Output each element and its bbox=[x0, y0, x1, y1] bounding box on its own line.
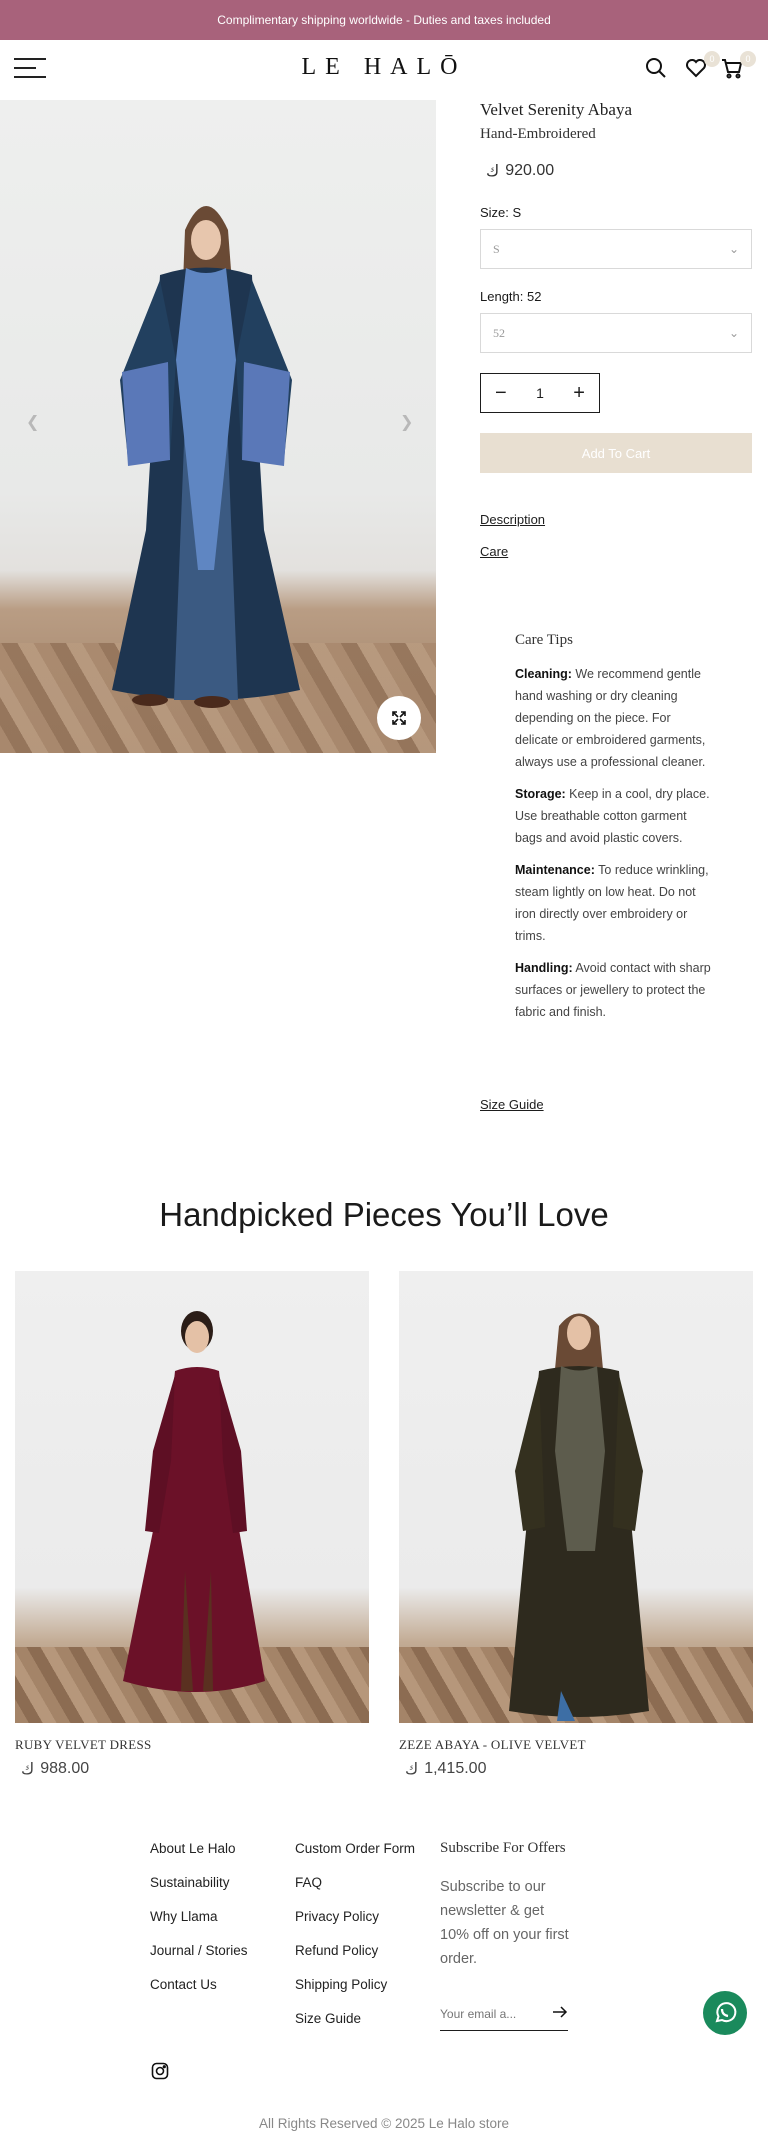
product-card-name[interactable]: ZEZE ABAYA - OLIVE VELVET bbox=[399, 1737, 753, 1753]
product-title: Velvet Serenity Abaya bbox=[480, 100, 633, 119]
add-to-cart-button[interactable]: Add To Cart bbox=[480, 433, 752, 473]
currency-icon: ك bbox=[21, 1761, 35, 1778]
product-image-model bbox=[112, 206, 300, 708]
ruby-dress-image bbox=[123, 1311, 265, 1692]
care-item: Maintenance: To reduce wrinkling, steam … bbox=[515, 863, 709, 943]
product-info: Velvet Serenity Abaya Hand-Embroidered ك… bbox=[480, 100, 752, 561]
care-tips-title: Care Tips bbox=[515, 632, 573, 648]
whatsapp-icon[interactable] bbox=[703, 1991, 747, 2035]
site-header: LE HALŌ 0 0 bbox=[0, 40, 768, 100]
copyright-text: All Rights Reserved © 2025 Le Halo store bbox=[258, 2116, 510, 2131]
footer-link[interactable]: Custom Order Form bbox=[295, 1841, 415, 1875]
footer-link[interactable]: Shipping Policy bbox=[295, 1977, 415, 2011]
instagram-icon[interactable] bbox=[151, 2062, 169, 2085]
product-card[interactable]: RUBY VELVET DRESS ك 988.00 bbox=[15, 1271, 369, 1779]
footer-link[interactable]: FAQ bbox=[295, 1875, 415, 1909]
size-select-value: S bbox=[493, 241, 500, 256]
product-gallery[interactable]: ❮ ❯ bbox=[0, 100, 436, 753]
cart-count-badge: 0 bbox=[740, 51, 756, 67]
product-subtitle: Hand-Embroidered bbox=[480, 126, 596, 142]
recommendations-title: Handpicked Pieces You’ll Love bbox=[159, 1196, 609, 1233]
length-select-value: 52 bbox=[493, 325, 505, 340]
minus-icon[interactable]: − bbox=[495, 382, 507, 405]
wishlist-icon[interactable]: 0 bbox=[684, 51, 720, 82]
subscribe-text: Subscribe to our newsletter & get 10% of… bbox=[440, 1879, 569, 1967]
quantity-stepper: − 1 + bbox=[480, 373, 600, 413]
product-card-price: ك 988.00 bbox=[21, 1760, 90, 1778]
currency-icon: ك bbox=[486, 163, 500, 180]
footer-links-col2: Custom Order Form FAQ Privacy Policy Ref… bbox=[295, 1841, 415, 2045]
quantity-value[interactable]: 1 bbox=[536, 385, 544, 401]
email-form bbox=[440, 1997, 568, 2031]
zeze-abaya-image bbox=[509, 1313, 649, 1721]
care-item: Storage: Keep in a cool, dry place. Use … bbox=[515, 787, 710, 845]
gallery-prev-arrow[interactable]: ❮ bbox=[26, 412, 39, 432]
announcement-text: Complimentary shipping worldwide - Dutie… bbox=[217, 13, 551, 27]
care-item: Handling: Avoid contact with sharp surfa… bbox=[515, 961, 711, 1019]
footer-links-col1: About Le Halo Sustainability Why Llama J… bbox=[150, 1841, 248, 2011]
length-label: Length: 52 bbox=[480, 289, 542, 304]
chevron-down-icon: ⌄ bbox=[728, 241, 739, 256]
product-card-image[interactable] bbox=[15, 1271, 369, 1723]
footer-link[interactable]: Journal / Stories bbox=[150, 1943, 248, 1977]
footer-link[interactable]: Contact Us bbox=[150, 1977, 248, 2011]
arrow-right-icon[interactable] bbox=[552, 2005, 568, 2023]
cart-icon[interactable]: 0 bbox=[720, 51, 756, 82]
product-price-value: 920.00 bbox=[505, 162, 555, 179]
product-card-price: ك 1,415.00 bbox=[405, 1760, 487, 1778]
care-link[interactable]: Care bbox=[480, 544, 508, 559]
product-card-image[interactable] bbox=[399, 1271, 753, 1723]
product-card-name[interactable]: RUBY VELVET DRESS bbox=[15, 1737, 369, 1753]
announcement-bar: Complimentary shipping worldwide - Dutie… bbox=[0, 0, 768, 40]
expand-icon[interactable] bbox=[377, 696, 421, 740]
size-guide-link[interactable]: Size Guide bbox=[480, 1097, 544, 1112]
length-select[interactable]: 52 ⌄ bbox=[480, 313, 752, 353]
footer-link[interactable]: Sustainability bbox=[150, 1875, 248, 1909]
care-tips-panel: Care Tips Cleaning: We recommend gentle … bbox=[515, 632, 715, 1033]
product-card[interactable]: ZEZE ABAYA - OLIVE VELVET ك 1,415.00 bbox=[399, 1271, 753, 1779]
plus-icon[interactable]: + bbox=[573, 382, 585, 405]
footer-link[interactable]: Size Guide bbox=[295, 2011, 415, 2045]
email-input[interactable] bbox=[440, 2006, 540, 2021]
description-link[interactable]: Description bbox=[480, 512, 545, 527]
subscribe-title: Subscribe For Offers bbox=[440, 1840, 566, 1856]
footer-link[interactable]: Why Llama bbox=[150, 1909, 248, 1943]
product-price: ك 920.00 bbox=[480, 161, 752, 181]
subscribe-section: Subscribe For Offers Subscribe to our ne… bbox=[440, 1840, 570, 2031]
chevron-down-icon: ⌄ bbox=[728, 325, 739, 340]
currency-icon: ك bbox=[405, 1761, 419, 1778]
gallery-next-arrow[interactable]: ❯ bbox=[400, 412, 413, 432]
care-item: Cleaning: We recommend gentle hand washi… bbox=[515, 667, 706, 769]
footer-link[interactable]: Privacy Policy bbox=[295, 1909, 415, 1943]
size-label: Size: S bbox=[480, 205, 522, 220]
footer-link[interactable]: About Le Halo bbox=[150, 1841, 248, 1875]
size-select[interactable]: S ⌄ bbox=[480, 229, 752, 269]
footer-link[interactable]: Refund Policy bbox=[295, 1943, 415, 1977]
wishlist-count-badge: 0 bbox=[704, 51, 720, 67]
search-icon[interactable] bbox=[644, 56, 670, 82]
